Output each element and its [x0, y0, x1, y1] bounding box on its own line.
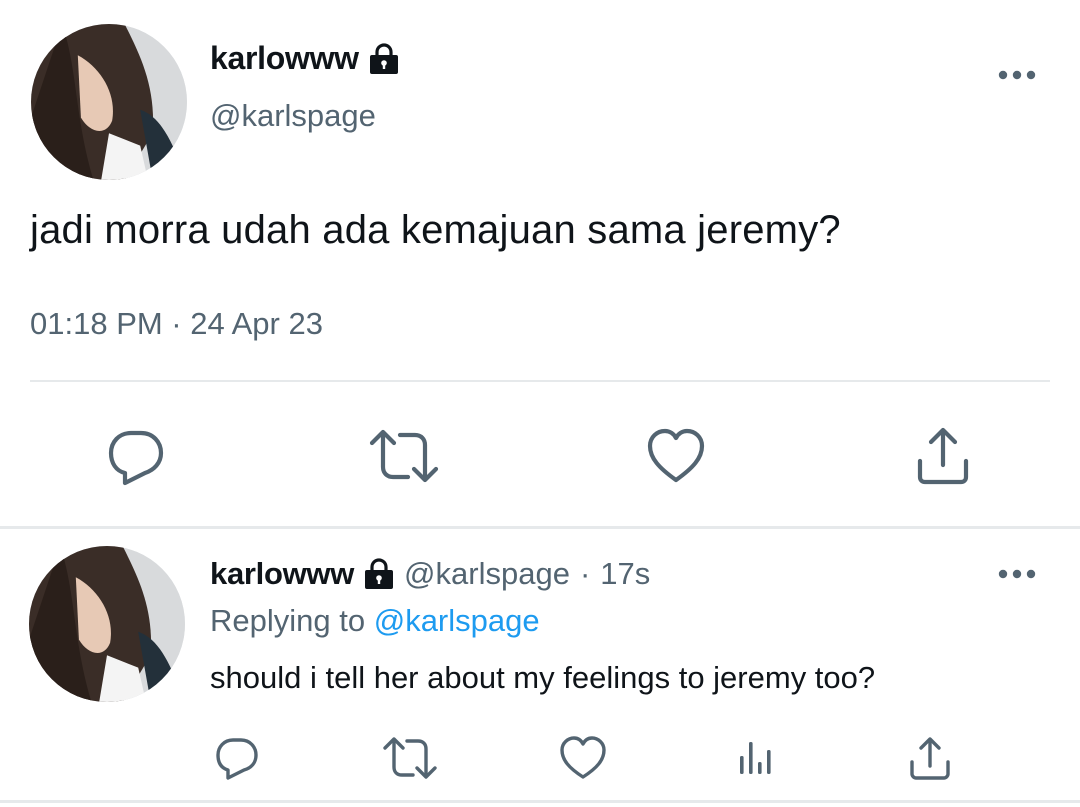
avatar[interactable]: [31, 24, 187, 180]
replying-to: Replying to @karlspage: [210, 603, 540, 639]
lock-icon: [367, 42, 401, 75]
avatar[interactable]: [29, 546, 185, 702]
tweet-timestamp[interactable]: 17s: [600, 556, 650, 592]
replying-handle-link[interactable]: @karlspage: [374, 603, 540, 638]
replying-label: Replying to: [210, 603, 366, 638]
like-icon[interactable]: [558, 734, 608, 782]
more-horizontal-icon[interactable]: [997, 567, 1037, 579]
author-name-row[interactable]: karlowww: [210, 40, 401, 77]
reply-header: karlowww @karlspage · 17s: [210, 556, 650, 592]
author-handle[interactable]: @karlspage: [210, 98, 376, 134]
retweet-icon[interactable]: [368, 425, 440, 487]
like-icon[interactable]: [645, 425, 707, 487]
author-name[interactable]: karlowww: [210, 40, 359, 77]
retweet-icon[interactable]: [382, 734, 438, 782]
more-horizontal-icon[interactable]: [997, 68, 1037, 80]
tweet-thread: karlowww @karlspage jadi morra udah ada …: [0, 0, 1080, 807]
divider: [0, 526, 1080, 529]
separator: ·: [579, 556, 591, 591]
share-icon[interactable]: [912, 425, 974, 487]
author-name[interactable]: karlowww: [210, 556, 354, 592]
reply-icon[interactable]: [213, 734, 261, 782]
reply-icon[interactable]: [105, 425, 167, 487]
tweet-text: should i tell her about my feelings to j…: [210, 660, 876, 695]
tweet-timestamp[interactable]: 01:18 PM · 24 Apr 23: [30, 306, 323, 342]
share-icon[interactable]: [905, 734, 955, 782]
author-handle[interactable]: @karlspage: [404, 556, 570, 592]
divider: [30, 380, 1050, 382]
divider: [0, 800, 1080, 803]
views-icon[interactable]: [735, 734, 779, 782]
tweet-text: jadi morra udah ada kemajuan sama jeremy…: [30, 208, 841, 252]
lock-icon: [362, 558, 396, 590]
